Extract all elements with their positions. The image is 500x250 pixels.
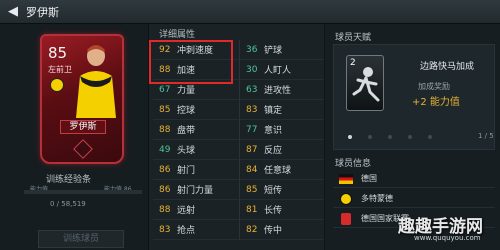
attribute-value: 77 xyxy=(246,124,258,135)
attribute-row: 77 意识 xyxy=(240,120,325,140)
attribute-name: 头球 xyxy=(177,146,196,156)
card-chip-icon xyxy=(73,139,93,159)
attribute-row: 36 铲球 xyxy=(240,40,325,60)
club-crest-icon xyxy=(339,192,353,205)
attribute-value: 36 xyxy=(246,44,258,55)
attribute-name: 镇定 xyxy=(264,106,283,116)
talent-bonus: +2 能力值 xyxy=(412,97,460,108)
attribute-row: 84 任意球 xyxy=(240,160,325,180)
page-dot[interactable] xyxy=(428,135,432,139)
attribute-name: 反应 xyxy=(264,146,283,156)
attribute-row: 82 传中 xyxy=(240,220,325,240)
talent-title: 球员天赋 xyxy=(335,33,372,43)
attribute-name: 盘带 xyxy=(177,126,196,136)
attribute-row: 88 盘带 xyxy=(153,120,239,140)
info-row-club: 多特蒙德 xyxy=(333,190,495,208)
attribute-row: 30 人盯人 xyxy=(240,60,325,80)
talent-page-indicator: 1 / 5 xyxy=(478,132,494,140)
info-row-nation: 德国 xyxy=(333,170,495,188)
watermark-url: www.ququyou.com xyxy=(414,234,481,242)
player-portrait-icon xyxy=(76,45,116,118)
attributes-right-column: 36 铲球 30 人盯人 63 进攻性 83 镇定 77 意识 87 反应 84 任意球 85 短传 81 长传 8… xyxy=(239,40,325,240)
page-dot[interactable] xyxy=(348,135,352,139)
info-club: 多特蒙德 xyxy=(361,194,393,203)
attribute-value: 86 xyxy=(159,184,171,195)
attribute-name: 射门力量 xyxy=(177,186,214,196)
attribute-value: 30 xyxy=(246,64,258,75)
xp-progress xyxy=(24,187,142,197)
attribute-row: 86 射门 xyxy=(153,160,239,180)
page-title: 罗伊斯 xyxy=(26,6,59,19)
attribute-value: 85 xyxy=(159,104,171,115)
attribute-name: 短传 xyxy=(264,186,283,196)
attribute-value: 82 xyxy=(246,224,258,235)
attribute-row: 86 射门力量 xyxy=(153,180,239,200)
page-dot[interactable] xyxy=(408,135,412,139)
attribute-value: 67 xyxy=(159,84,171,95)
attribute-row: 83 镇定 xyxy=(240,100,325,120)
attribute-row: 88 远射 xyxy=(153,200,239,220)
talent-bonus-label: 加成奖励 xyxy=(418,82,450,91)
attribute-value: 88 xyxy=(159,204,171,215)
back-arrow-icon[interactable]: ◀ xyxy=(4,3,22,21)
attribute-name: 意识 xyxy=(264,126,283,136)
card-rating: 85 xyxy=(48,44,68,62)
highlight-box xyxy=(149,40,233,84)
player-card-panel: 85 左前卫 罗伊斯 训练经验条 能力值 能力值 86 0 / 58,519 训… xyxy=(0,24,148,250)
attribute-row: 85 短传 xyxy=(240,180,325,200)
attribute-name: 射门 xyxy=(177,166,196,176)
info-title: 球员信息 xyxy=(335,159,372,169)
league-logo-icon xyxy=(339,212,353,225)
page-dot[interactable] xyxy=(368,135,372,139)
talent-card: 2 xyxy=(346,55,384,111)
attribute-row: 87 反应 xyxy=(240,140,325,160)
attribute-name: 远射 xyxy=(177,206,196,216)
attribute-name: 传中 xyxy=(264,226,283,236)
attribute-row: 81 长传 xyxy=(240,200,325,220)
attribute-name: 长传 xyxy=(264,206,283,216)
attribute-value: 83 xyxy=(246,104,258,115)
attribute-name: 抢点 xyxy=(177,226,196,236)
attribute-name: 人盯人 xyxy=(264,66,292,76)
xp-bar xyxy=(24,190,142,194)
talent-box[interactable]: 2 边路快马加成 加成奖励 +2 能力值 1 / 5 xyxy=(333,44,495,150)
card-name: 罗伊斯 xyxy=(60,120,106,134)
training-label: 训练经验条 xyxy=(46,175,92,185)
attribute-value: 84 xyxy=(246,164,258,175)
attribute-row: 83 抢点 xyxy=(153,220,239,240)
club-badge-icon xyxy=(50,78,64,92)
attribute-value: 86 xyxy=(159,164,171,175)
attribute-value: 63 xyxy=(246,84,258,95)
xp-count: 0 / 58,519 xyxy=(50,200,86,208)
attribute-value: 83 xyxy=(159,224,171,235)
attribute-name: 铲球 xyxy=(264,46,283,56)
attribute-name: 进攻性 xyxy=(264,86,292,96)
attribute-row: 85 控球 xyxy=(153,100,239,120)
attributes-header: 详细属性 xyxy=(159,30,196,40)
attribute-name: 任意球 xyxy=(264,166,292,176)
attribute-name: 力量 xyxy=(177,86,196,96)
page-dot[interactable] xyxy=(388,135,392,139)
train-player-button[interactable]: 训练球员 xyxy=(38,230,124,248)
attribute-row: 49 头球 xyxy=(153,140,239,160)
attribute-value: 88 xyxy=(159,124,171,135)
attribute-value: 85 xyxy=(246,184,258,195)
germany-flag-icon xyxy=(339,173,353,184)
attribute-row: 63 进攻性 xyxy=(240,80,325,100)
attribute-value: 81 xyxy=(246,204,258,215)
info-nation: 德国 xyxy=(361,174,377,183)
player-card[interactable]: 85 左前卫 罗伊斯 xyxy=(40,34,124,164)
talent-name: 边路快马加成 xyxy=(420,62,475,72)
runner-icon xyxy=(352,67,380,102)
attribute-value: 49 xyxy=(159,144,171,155)
top-bar: ◀ 罗伊斯 xyxy=(0,0,500,24)
attribute-value: 87 xyxy=(246,144,258,155)
attribute-name: 控球 xyxy=(177,106,196,116)
